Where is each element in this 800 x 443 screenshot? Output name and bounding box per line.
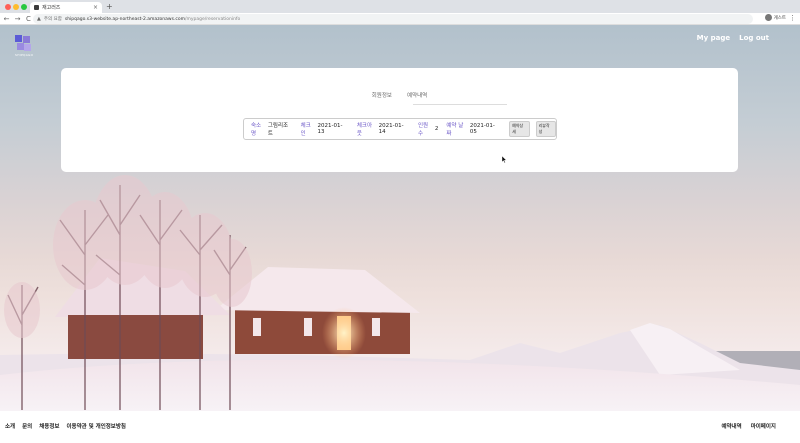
url-text[interactable]: shipqago.s3-website.ap-northeast-2.amazo… [65, 17, 240, 22]
minimize-window-button[interactable] [13, 4, 19, 10]
tab-close-icon[interactable]: × [93, 4, 98, 11]
logout-link[interactable]: Log out [739, 34, 769, 42]
browser-menu-icon[interactable]: ⋮ [789, 14, 796, 22]
url-host: shipqago.s3-website.ap-northeast-2.amazo… [64, 16, 185, 22]
guests-value: 2 [434, 126, 439, 132]
tab-member-info[interactable]: 회원정보 [372, 91, 392, 99]
footer-link-mypage[interactable]: 마이페이지 [751, 422, 776, 430]
warning-icon: ▲ [37, 16, 41, 22]
footer-links-left: 소개 문의 채용정보 이용약관 및 개인정보방침 [5, 422, 126, 430]
mypage-link[interactable]: My page [697, 34, 730, 42]
reserved-date-label: 예약 날짜 [446, 123, 464, 137]
site-logo[interactable]: SHIPQAGO [15, 35, 33, 57]
checkout-value: 2021-01-14 [378, 123, 404, 135]
reload-button[interactable]: C [24, 15, 33, 23]
forward-button[interactable]: → [13, 15, 22, 23]
tab-title: 재고러즈 [42, 5, 61, 11]
checkin-value: 2021-01-13 [317, 123, 343, 135]
site-nav: My page Log out [697, 34, 769, 42]
footer-link-contact[interactable]: 문의 [22, 422, 32, 430]
address-bar[interactable]: ▲ 주의 요함 shipqago.s3-website.ap-northeast… [33, 14, 753, 24]
checkin-label: 체크인 [300, 123, 311, 137]
profile-name: 게스트 [773, 15, 786, 21]
browser-toolbar: ← → C ▲ 주의 요함 shipqago.s3-website.ap-nor… [0, 13, 800, 25]
maximize-window-button[interactable] [21, 4, 27, 10]
web-page: SHIPQAGO My page Log out 회원정보 예약내역 숙소명 그… [0, 25, 800, 411]
place-value: 그림리조트 [267, 123, 289, 137]
place-label: 숙소명 [251, 123, 262, 137]
footer-link-terms[interactable]: 이용약관 및 개인정보방침 [67, 422, 127, 430]
url-path: /mypage/reservationinfo [184, 16, 241, 22]
guests-label: 인원수 [417, 123, 429, 137]
favicon-icon [34, 5, 39, 10]
close-window-button[interactable] [5, 4, 11, 10]
write-review-button[interactable]: 리뷰작성 [535, 121, 556, 137]
mouse-cursor-icon [502, 156, 507, 163]
new-tab-button[interactable]: + [106, 2, 113, 11]
footer-link-careers[interactable]: 채용정보 [39, 422, 59, 430]
reservation-item: 숙소명 그림리조트 체크인 2021-01-13 체크아웃 2021-01-14… [243, 118, 557, 140]
reservation-detail-button[interactable]: 예약상세 [509, 121, 530, 137]
avatar [764, 14, 772, 21]
profile-button[interactable]: 게스트 [764, 14, 786, 21]
footer-link-reservations[interactable]: 예약내역 [721, 422, 741, 430]
reservation-card: 회원정보 예약내역 숙소명 그림리조트 체크인 2021-01-13 체크아웃 … [61, 68, 738, 172]
security-status[interactable]: 주의 요함 [44, 16, 62, 22]
browser-tab[interactable]: 재고러즈 × [30, 2, 102, 13]
back-button[interactable]: ← [2, 15, 11, 23]
reserved-date-value: 2021-01-05 [469, 123, 495, 135]
checkout-label: 체크아웃 [356, 123, 373, 137]
browser-tab-bar: 재고러즈 × + [0, 0, 800, 13]
footer-link-about[interactable]: 소개 [5, 422, 15, 430]
logo-text: SHIPQAGO [15, 53, 34, 57]
footer-links-right: 예약내역 마이페이지 [721, 422, 776, 430]
site-footer: 소개 문의 채용정보 이용약관 및 개인정보방침 예약내역 마이페이지 [0, 411, 800, 443]
tab-reservations[interactable]: 예약내역 [407, 91, 427, 99]
mypage-tabs: 회원정보 예약내역 [61, 91, 738, 99]
tab-divider [413, 104, 507, 105]
